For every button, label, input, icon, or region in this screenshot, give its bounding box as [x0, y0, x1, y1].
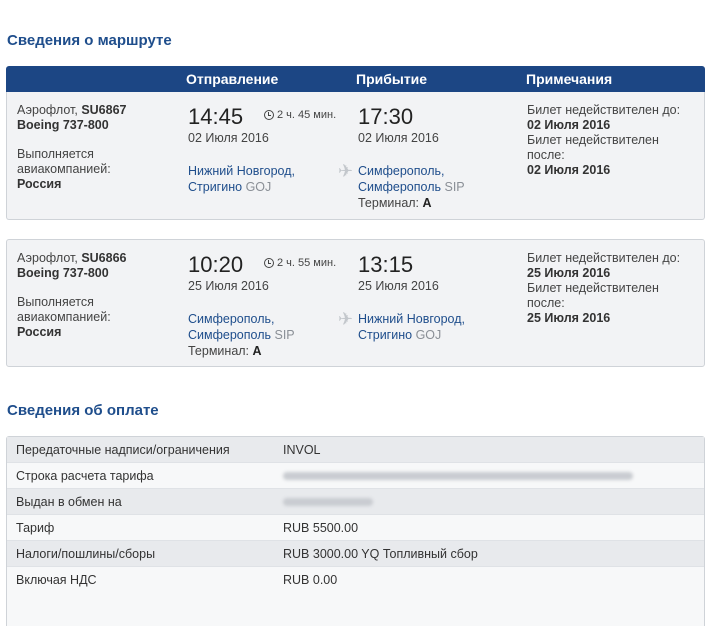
departure-date: 25 Июля 2016	[188, 279, 269, 293]
airline-name: Аэрофлот,	[17, 103, 78, 117]
row-label: Передаточные надписи/ограничения	[16, 443, 230, 457]
departure-city[interactable]: Нижний Новгород,	[188, 163, 295, 179]
header-notes: Примечания	[526, 71, 613, 87]
table-row: Включая НДС RUB 0.00	[7, 567, 704, 593]
row-label: Включая НДС	[16, 573, 97, 587]
arrival-terminal: Терминал: A	[358, 196, 432, 210]
airplane-icon: ✈	[338, 161, 354, 181]
redacted-value	[283, 472, 633, 480]
departure-code: GOJ	[245, 180, 272, 194]
departure-time: 10:20	[188, 252, 244, 277]
duration-text: 2 ч. 55 мин.	[277, 257, 337, 269]
redacted-value	[283, 498, 373, 506]
arrival-city[interactable]: Симферополь,	[358, 163, 465, 179]
row-label: Тариф	[16, 521, 55, 535]
flight-duration: 2 ч. 55 мин.	[264, 257, 336, 269]
duration-text: 2 ч. 45 мин.	[277, 109, 337, 121]
arrival-location[interactable]: Нижний Новгород, Стригино GOJ	[358, 311, 465, 343]
ticket-notes: Билет недействителен до: 25 Июля 2016 Би…	[527, 251, 702, 326]
arrival-date: 02 Июля 2016	[358, 131, 439, 145]
row-label: Строка расчета тарифа	[16, 469, 154, 483]
flight-duration: 2 ч. 45 мин.	[264, 109, 336, 121]
airline-info: Аэрофлот, SU6866 Boeing 737-800 Выполняе…	[17, 251, 182, 340]
departure-airport[interactable]: Симферополь	[188, 328, 271, 342]
clock-icon	[264, 258, 274, 268]
not-valid-after-label: Билет недействителен после:	[527, 281, 659, 310]
clock-icon	[264, 110, 274, 120]
not-valid-until-label: Билет недействителен до:	[527, 251, 681, 265]
table-row: Передаточные надписи/ограничения INVOL	[7, 437, 704, 463]
arrival-airport[interactable]: Стригино	[358, 328, 412, 342]
not-valid-until-label: Билет недействителен до:	[527, 103, 681, 117]
arrival-location[interactable]: Симферополь, Симферополь SIP Терминал: A	[358, 163, 465, 211]
header-departure: Отправление	[186, 71, 279, 87]
operator-name: Россия	[17, 325, 62, 339]
flight-segment: Аэрофлот, SU6867 Boeing 737-800 Выполняе…	[6, 92, 705, 220]
flight-number: SU6867	[81, 103, 127, 117]
arrival-code: SIP	[444, 180, 465, 194]
row-value: RUB 3000.00 YQ Топливный сбор	[283, 547, 478, 561]
airline-info: Аэрофлот, SU6867 Boeing 737-800 Выполняе…	[17, 103, 182, 192]
operated-by-label: Выполняется авиакомпанией:	[17, 147, 111, 176]
departure-code: SIP	[274, 328, 295, 342]
arrival-time: 13:15	[358, 252, 414, 277]
flight-segment: Аэрофлот, SU6866 Boeing 737-800 Выполняе…	[6, 239, 705, 367]
aircraft-type: Boeing 737-800	[17, 266, 109, 280]
ticket-notes: Билет недействителен до: 02 Июля 2016 Би…	[527, 103, 702, 178]
not-valid-after-date: 02 Июля 2016	[527, 163, 611, 177]
not-valid-after-label: Билет недействителен после:	[527, 133, 659, 162]
operator-name: Россия	[17, 177, 62, 191]
row-label: Выдан в обмен на	[16, 495, 122, 509]
table-row: Выдан в обмен на	[7, 489, 704, 515]
not-valid-until-date: 25 Июля 2016	[527, 266, 611, 280]
operated-by-label: Выполняется авиакомпанией:	[17, 295, 111, 324]
row-label: Налоги/пошлины/сборы	[16, 547, 156, 561]
departure-location[interactable]: Нижний Новгород, Стригино GOJ	[188, 163, 295, 195]
table-row: Строка расчета тарифа	[7, 463, 704, 489]
departure-location[interactable]: Симферополь, Симферополь SIP Терминал: A	[188, 311, 295, 359]
payment-table: Передаточные надписи/ограничения INVOL С…	[6, 436, 705, 626]
route-table-header: Отправление Прибытие Примечания	[6, 66, 705, 92]
row-value: RUB 5500.00	[283, 521, 359, 535]
row-value: INVOL	[283, 443, 321, 457]
arrival-time: 17:30	[358, 104, 414, 129]
arrival-airport[interactable]: Симферополь	[358, 180, 441, 194]
departure-city[interactable]: Симферополь,	[188, 311, 295, 327]
airplane-icon: ✈	[338, 309, 354, 329]
not-valid-after-date: 25 Июля 2016	[527, 311, 611, 325]
arrival-code: GOJ	[415, 328, 442, 342]
arrival-city[interactable]: Нижний Новгород,	[358, 311, 465, 327]
route-section-title: Сведения о маршруте	[7, 32, 172, 49]
departure-time: 14:45	[188, 104, 244, 129]
arrival-date: 25 Июля 2016	[358, 279, 439, 293]
departure-date: 02 Июля 2016	[188, 131, 269, 145]
aircraft-type: Boeing 737-800	[17, 118, 109, 132]
table-row: Тариф RUB 5500.00	[7, 515, 704, 541]
header-arrival: Прибытие	[356, 71, 428, 87]
not-valid-until-date: 02 Июля 2016	[527, 118, 611, 132]
departure-airport[interactable]: Стригино	[188, 180, 242, 194]
airline-name: Аэрофлот,	[17, 251, 78, 265]
row-value: RUB 0.00	[283, 573, 338, 587]
flight-number: SU6866	[81, 251, 127, 265]
payment-section-title: Сведения об оплате	[7, 402, 159, 419]
table-row: Налоги/пошлины/сборы RUB 3000.00 YQ Топл…	[7, 541, 704, 567]
departure-terminal: Терминал: A	[188, 344, 262, 358]
